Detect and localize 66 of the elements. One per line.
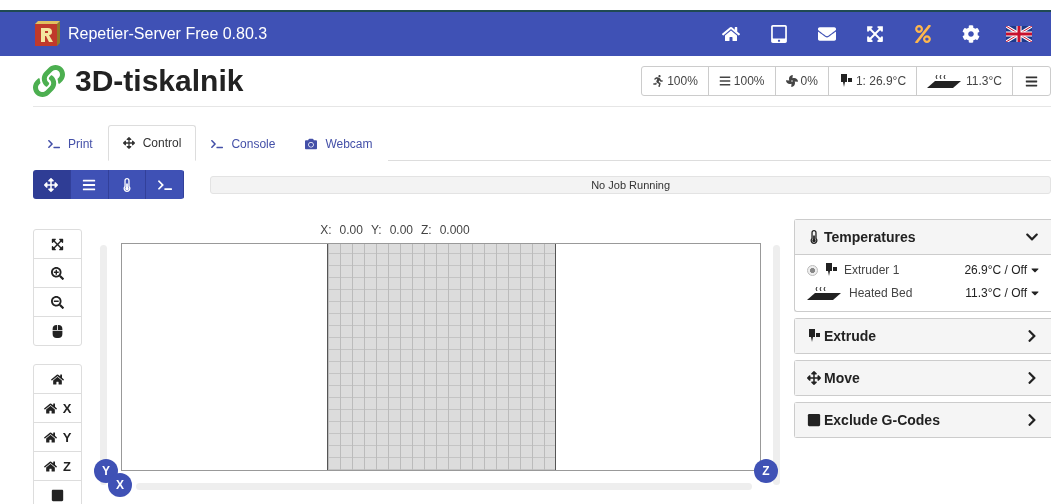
scrollbar[interactable] xyxy=(773,245,780,485)
panel-title: Move xyxy=(824,370,861,386)
radio-button[interactable] xyxy=(807,264,818,276)
home-icon xyxy=(44,459,57,473)
printer-name: 3D-tiskalnik xyxy=(75,64,245,98)
app-title: Repetier-Server Free 0.80.3 xyxy=(68,25,269,43)
tab-label: Print xyxy=(68,136,93,151)
mouse-icon xyxy=(51,324,64,338)
axis-value: 0.00 xyxy=(339,223,363,237)
fan-icon xyxy=(785,75,798,87)
panel-title: Extrude xyxy=(824,328,878,344)
home-axis-button[interactable]: Y xyxy=(34,423,81,452)
panel-header[interactable]: Temperatures xyxy=(795,220,1051,255)
move-icon xyxy=(807,371,821,385)
webcam-icon xyxy=(305,137,318,150)
status-value: 100% xyxy=(667,74,698,88)
home-axis-button[interactable]: Z xyxy=(34,452,81,481)
nozzle-icon xyxy=(838,74,853,88)
panel-header[interactable]: Extrude xyxy=(795,319,1051,353)
axis-label: Y: xyxy=(370,223,382,237)
axis-letter: Y xyxy=(62,429,72,445)
expand-icon xyxy=(51,237,64,251)
nozzle-icon xyxy=(807,329,821,343)
tab[interactable]: Control xyxy=(107,125,197,161)
panel-title: Exclude G-Codes xyxy=(824,412,941,428)
panel-header[interactable]: Move xyxy=(795,361,1051,395)
tab-label: Control xyxy=(142,136,182,150)
tab-label: Webcam xyxy=(325,136,373,151)
tool-button[interactable] xyxy=(33,170,71,199)
panel-title: Temperatures xyxy=(824,229,917,245)
nozzle-icon xyxy=(824,263,838,277)
axis-value: 0.000 xyxy=(439,223,470,237)
zoom-out-icon xyxy=(51,295,64,309)
terminal-icon xyxy=(157,177,172,192)
axis-letter: Z xyxy=(63,458,71,474)
axis-value: 0.00 xyxy=(389,223,413,237)
status-value: 11.3°C xyxy=(966,74,1002,88)
axis-label: X: xyxy=(320,223,332,237)
temperature-dropdown[interactable]: 11.3°C / Off xyxy=(965,286,1041,300)
tool-button[interactable] xyxy=(146,170,185,199)
status-value: 0% xyxy=(800,74,818,88)
heated-bed-icon xyxy=(807,285,843,301)
home-icon xyxy=(43,401,57,415)
axis-label: Z: xyxy=(421,223,432,237)
home-icon xyxy=(51,372,64,386)
heater-name: Extruder 1 xyxy=(844,263,901,277)
move-icon xyxy=(122,137,135,149)
link-icon xyxy=(33,65,65,97)
temperature-dropdown[interactable]: 26.9°C / Off xyxy=(964,263,1041,277)
move-icon xyxy=(44,177,59,192)
runner-icon xyxy=(652,75,665,87)
status-value: 100% xyxy=(733,74,765,88)
heater-name: Heated Bed xyxy=(849,286,914,300)
zoom-in-icon xyxy=(51,266,64,280)
home-axis-button[interactable]: X xyxy=(34,394,81,423)
tool-button[interactable] xyxy=(108,170,147,199)
terminal-icon xyxy=(211,137,224,150)
panel-header[interactable]: Exclude G-Codes xyxy=(795,403,1051,437)
logo-icon xyxy=(34,21,60,47)
tool-button[interactable] xyxy=(70,170,109,199)
home-icon xyxy=(43,430,57,444)
tab-label: Console xyxy=(231,136,276,151)
status-value: 1: 26.9°C xyxy=(855,74,907,88)
axis-badge[interactable]: X xyxy=(108,473,132,497)
job-status: No Job Running xyxy=(210,175,1051,194)
axis-letter: X xyxy=(62,400,72,416)
